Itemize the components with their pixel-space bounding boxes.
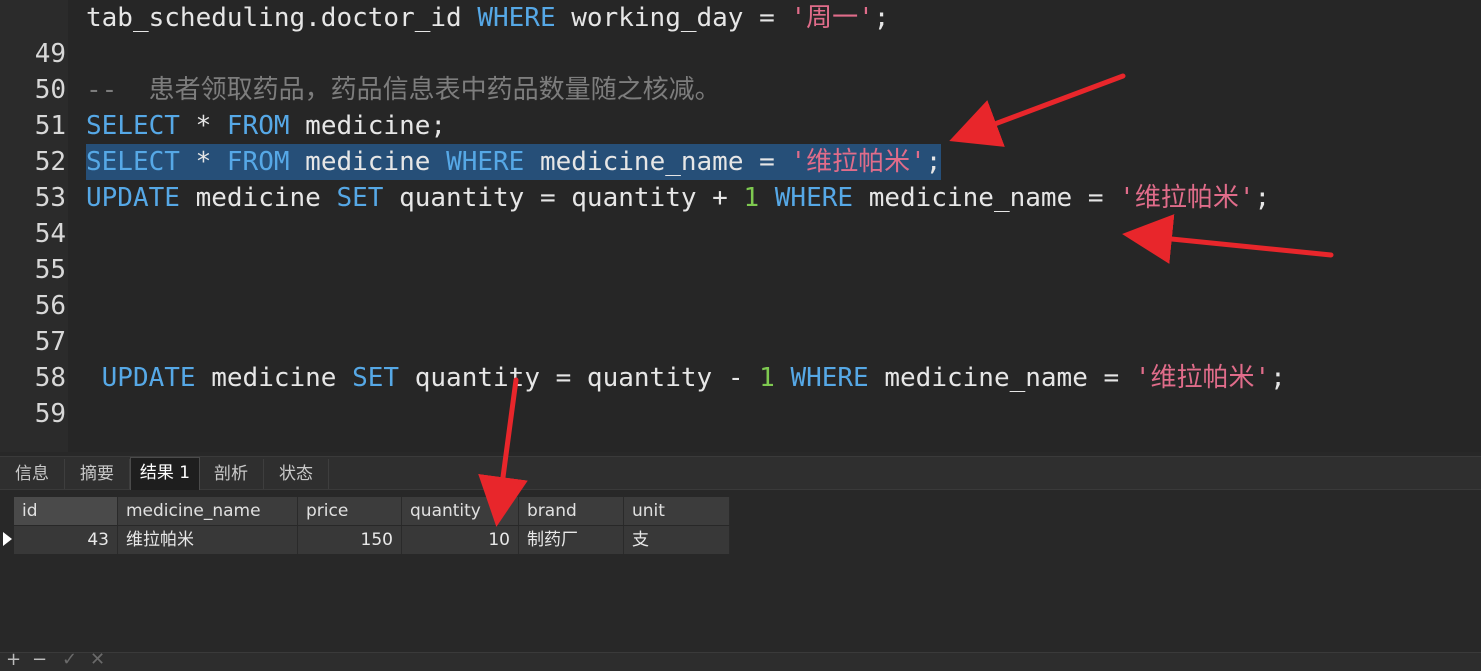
code-token: working_day =: [555, 3, 791, 33]
delete-record-button[interactable]: −: [32, 649, 47, 670]
code-line[interactable]: 51 SELECT * FROM medicine;: [0, 108, 1481, 144]
current-row-indicator-icon: [3, 532, 12, 546]
code-token: WHERE: [477, 3, 556, 33]
cell-quantity[interactable]: 10: [402, 526, 519, 554]
column-header-unit[interactable]: unit: [624, 497, 730, 525]
line-number: 56: [34, 291, 66, 321]
code-token: ;: [1270, 363, 1286, 393]
line-number: 59: [34, 399, 66, 429]
code-token: medicine: [289, 147, 447, 177]
code-token: quantity = quantity -: [399, 363, 760, 393]
line-number: 49: [34, 39, 66, 69]
code-token: -- 患者领取药品，药品信息表中药品数量随之核减。: [86, 75, 721, 105]
cell-brand[interactable]: 制药厂: [519, 526, 624, 554]
code-text: SELECT * FROM medicine;: [86, 108, 446, 144]
line-number: [0, 0, 66, 36]
code-line[interactable]: tab_scheduling.doctor_id WHERE working_d…: [0, 0, 1481, 36]
tab-result-1[interactable]: 结果 1: [130, 457, 200, 490]
line-number: 54: [34, 219, 66, 249]
code-line[interactable]: 57: [0, 324, 1481, 360]
code-line[interactable]: 49: [0, 36, 1481, 72]
code-token: medicine_name =: [868, 363, 1135, 393]
code-token: ;: [873, 3, 890, 33]
column-header-brand[interactable]: brand: [519, 497, 624, 525]
cell-id[interactable]: 43: [14, 526, 118, 554]
code-token: quantity = quantity +: [383, 183, 744, 213]
code-line[interactable]: 54: [0, 216, 1481, 252]
grid-toolbar: + − ✓ ✕: [0, 649, 1481, 671]
code-token: ;: [1254, 183, 1271, 213]
result-tabs: 信息 摘要 结果 1 剖析 状态: [0, 456, 1481, 490]
code-line[interactable]: 56: [0, 288, 1481, 324]
cell-medicine-name[interactable]: 维拉帕米: [118, 526, 298, 554]
column-header-price[interactable]: price: [298, 497, 402, 525]
code-token: '维拉帕米': [1119, 183, 1255, 213]
code-line[interactable]: 50 -- 患者领取药品，药品信息表中药品数量随之核减。: [0, 72, 1481, 108]
code-text: -- 患者领取药品，药品信息表中药品数量随之核减。: [86, 72, 721, 108]
code-token: FROM: [226, 147, 290, 177]
code-token: medicine;: [289, 111, 447, 141]
code-token: 1: [759, 363, 775, 393]
line-number: 50: [34, 75, 66, 105]
code-token: WHERE: [774, 183, 854, 213]
column-header-quantity[interactable]: quantity: [402, 497, 519, 525]
tab-status[interactable]: 状态: [264, 459, 329, 489]
tab-summary[interactable]: 摘要: [65, 459, 130, 489]
code-token: *: [179, 111, 227, 141]
code-text: UPDATE medicine SET quantity = quantity …: [86, 360, 1286, 396]
line-number: 58: [34, 363, 66, 393]
code-token: *: [179, 147, 227, 177]
code-token: WHERE: [790, 363, 869, 393]
code-token: medicine: [179, 183, 337, 213]
discard-changes-button[interactable]: ✕: [90, 649, 105, 670]
code-token: UPDATE: [101, 363, 196, 393]
code-token: SET: [352, 363, 400, 393]
tab-info[interactable]: 信息: [0, 459, 65, 489]
code-token: '维拉帕米': [790, 147, 926, 177]
code-token: ;: [925, 147, 942, 177]
code-text: UPDATE medicine SET quantity = quantity …: [86, 180, 1270, 216]
code-token: SELECT: [86, 147, 180, 177]
sql-editor[interactable]: tab_scheduling.doctor_id WHERE working_d…: [0, 0, 1481, 452]
cell-unit[interactable]: 支: [624, 526, 730, 554]
code-token: '维拉帕米': [1134, 363, 1271, 393]
code-line[interactable]: 52 SELECT * FROM medicine WHERE medicine_…: [0, 144, 1481, 180]
column-header-medicine-name[interactable]: medicine_name: [118, 497, 298, 525]
code-token: 1: [743, 183, 760, 213]
code-token: UPDATE: [86, 183, 180, 213]
line-number: 52: [34, 147, 66, 177]
code-line[interactable]: 58 UPDATE medicine SET quantity = quanti…: [0, 360, 1481, 396]
code-token: '周一': [790, 3, 874, 33]
line-number: 53: [34, 183, 66, 213]
code-token: WHERE: [446, 147, 525, 177]
line-number: 51: [34, 111, 66, 141]
add-record-button[interactable]: +: [6, 649, 21, 670]
line-number: 55: [34, 255, 66, 285]
apply-changes-button[interactable]: ✓: [62, 649, 77, 670]
code-token: medicine_name =: [524, 147, 791, 177]
code-line[interactable]: 55: [0, 252, 1481, 288]
code-line[interactable]: 59: [0, 396, 1481, 432]
code-token: tab_scheduling.doctor_id: [86, 3, 478, 33]
cell-price[interactable]: 150: [298, 526, 402, 554]
line-number: 57: [34, 327, 66, 357]
code-token: SELECT: [86, 111, 180, 141]
tab-profile[interactable]: 剖析: [199, 459, 264, 489]
code-token: FROM: [226, 111, 290, 141]
selected-code-text: SELECT * FROM medicine WHERE medicine_na…: [86, 144, 942, 180]
code-text: tab_scheduling.doctor_id WHERE working_d…: [86, 0, 889, 36]
code-line[interactable]: 53 UPDATE medicine SET quantity = quantit…: [0, 180, 1481, 216]
code-token: medicine: [195, 363, 353, 393]
code-token: SET: [336, 183, 384, 213]
code-token: medicine_name =: [853, 183, 1120, 213]
column-header-id[interactable]: id: [14, 497, 118, 525]
